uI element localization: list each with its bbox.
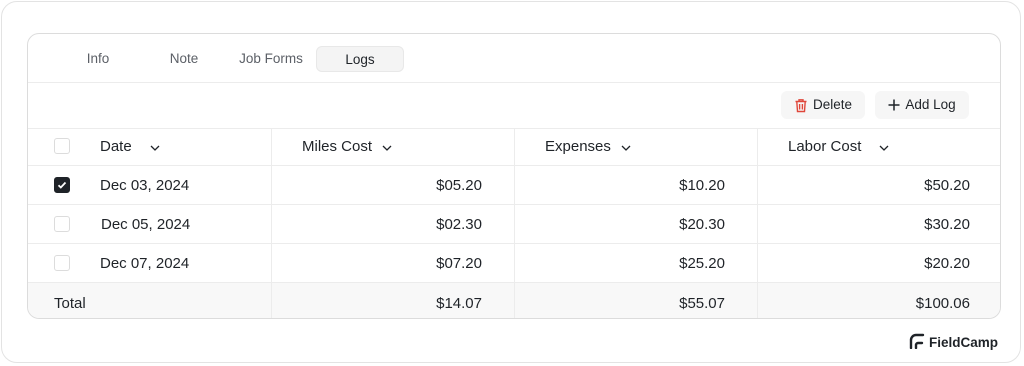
row-checkbox[interactable] <box>54 177 70 193</box>
chevron-down-icon[interactable] <box>382 138 392 155</box>
table-row[interactable]: Dec 05, 2024 $02.30 $20.30 $30.20 <box>28 205 1000 244</box>
expenses-cell: $10.20 <box>514 166 757 204</box>
trash-icon <box>794 98 808 113</box>
outer-frame: Info Note Job Forms Logs Delete Add Log … <box>1 1 1021 363</box>
total-row: Total $14.07 $55.07 $100.06 <box>28 283 1000 318</box>
miles-cost-cell: $02.30 <box>271 205 514 243</box>
labor-cost-cell: $50.20 <box>757 166 1000 204</box>
select-all-checkbox[interactable] <box>54 138 70 154</box>
column-label: Date <box>100 138 132 155</box>
brand-logo: FieldCamp <box>908 332 998 352</box>
column-label: Labor Cost <box>788 138 862 155</box>
delete-label: Delete <box>812 97 853 112</box>
tab-logs[interactable]: Logs <box>316 46 404 72</box>
date-header-text: Date <box>100 128 160 165</box>
logs-card: Info Note Job Forms Logs Delete Add Log … <box>27 33 1001 319</box>
table-row[interactable]: Dec 03, 2024 $05.20 $10.20 $50.20 <box>28 166 1000 205</box>
row-checkbox[interactable] <box>54 255 70 271</box>
date-cell: Dec 07, 2024 <box>28 244 271 282</box>
column-header-expenses[interactable]: Expenses <box>514 128 757 165</box>
row-checkbox[interactable] <box>54 216 70 232</box>
table-row[interactable]: Dec 07, 2024 $07.20 $25.20 $20.20 <box>28 244 1000 283</box>
chevron-down-icon[interactable] <box>621 138 631 155</box>
date-text: Dec 03, 2024 <box>100 176 190 194</box>
fieldcamp-logo-icon <box>908 332 925 352</box>
table-header-row: Date Miles Cost Expenses Labor Cost <box>28 128 1000 166</box>
date-cell: Dec 05, 2024 <box>28 205 271 243</box>
chevron-down-icon[interactable] <box>879 138 889 155</box>
labor-cost-cell: $20.20 <box>757 244 1000 282</box>
total-label: Total <box>54 294 86 312</box>
tab-note[interactable]: Note <box>154 46 214 72</box>
date-cell: Dec 03, 2024 <box>28 166 271 204</box>
column-header-miles-cost[interactable]: Miles Cost <box>271 128 514 165</box>
add-log-label: Add Log <box>905 97 956 112</box>
tab-info[interactable]: Info <box>68 46 128 72</box>
delete-button[interactable]: Delete <box>781 91 865 119</box>
toolbar: Delete Add Log <box>28 82 1000 129</box>
column-header-date[interactable]: Date <box>28 128 271 165</box>
expenses-cell: $25.20 <box>514 244 757 282</box>
tab-job-forms[interactable]: Job Forms <box>234 46 308 72</box>
brand-name: FieldCamp <box>929 334 999 350</box>
add-log-button[interactable]: Add Log <box>875 91 969 119</box>
column-label: Miles Cost <box>302 138 373 155</box>
plus-icon <box>888 99 900 111</box>
miles-cost-cell: $05.20 <box>271 166 514 204</box>
total-expenses: $55.07 <box>514 283 757 318</box>
labor-cost-cell: $30.20 <box>757 205 1000 243</box>
column-label: Expenses <box>545 138 611 155</box>
tab-bar: Info Note Job Forms Logs <box>28 34 1000 83</box>
date-text: Dec 05, 2024 <box>101 215 191 233</box>
logs-table: Date Miles Cost Expenses Labor Cost Dec … <box>28 128 1000 318</box>
chevron-down-icon[interactable] <box>150 138 160 155</box>
check-icon <box>57 181 67 189</box>
total-miles-cost: $14.07 <box>271 283 514 318</box>
total-labor-cost: $100.06 <box>757 283 1000 318</box>
expenses-cell: $20.30 <box>514 205 757 243</box>
column-header-labor-cost[interactable]: Labor Cost <box>757 128 1000 165</box>
miles-cost-cell: $07.20 <box>271 244 514 282</box>
date-text: Dec 07, 2024 <box>100 254 190 272</box>
